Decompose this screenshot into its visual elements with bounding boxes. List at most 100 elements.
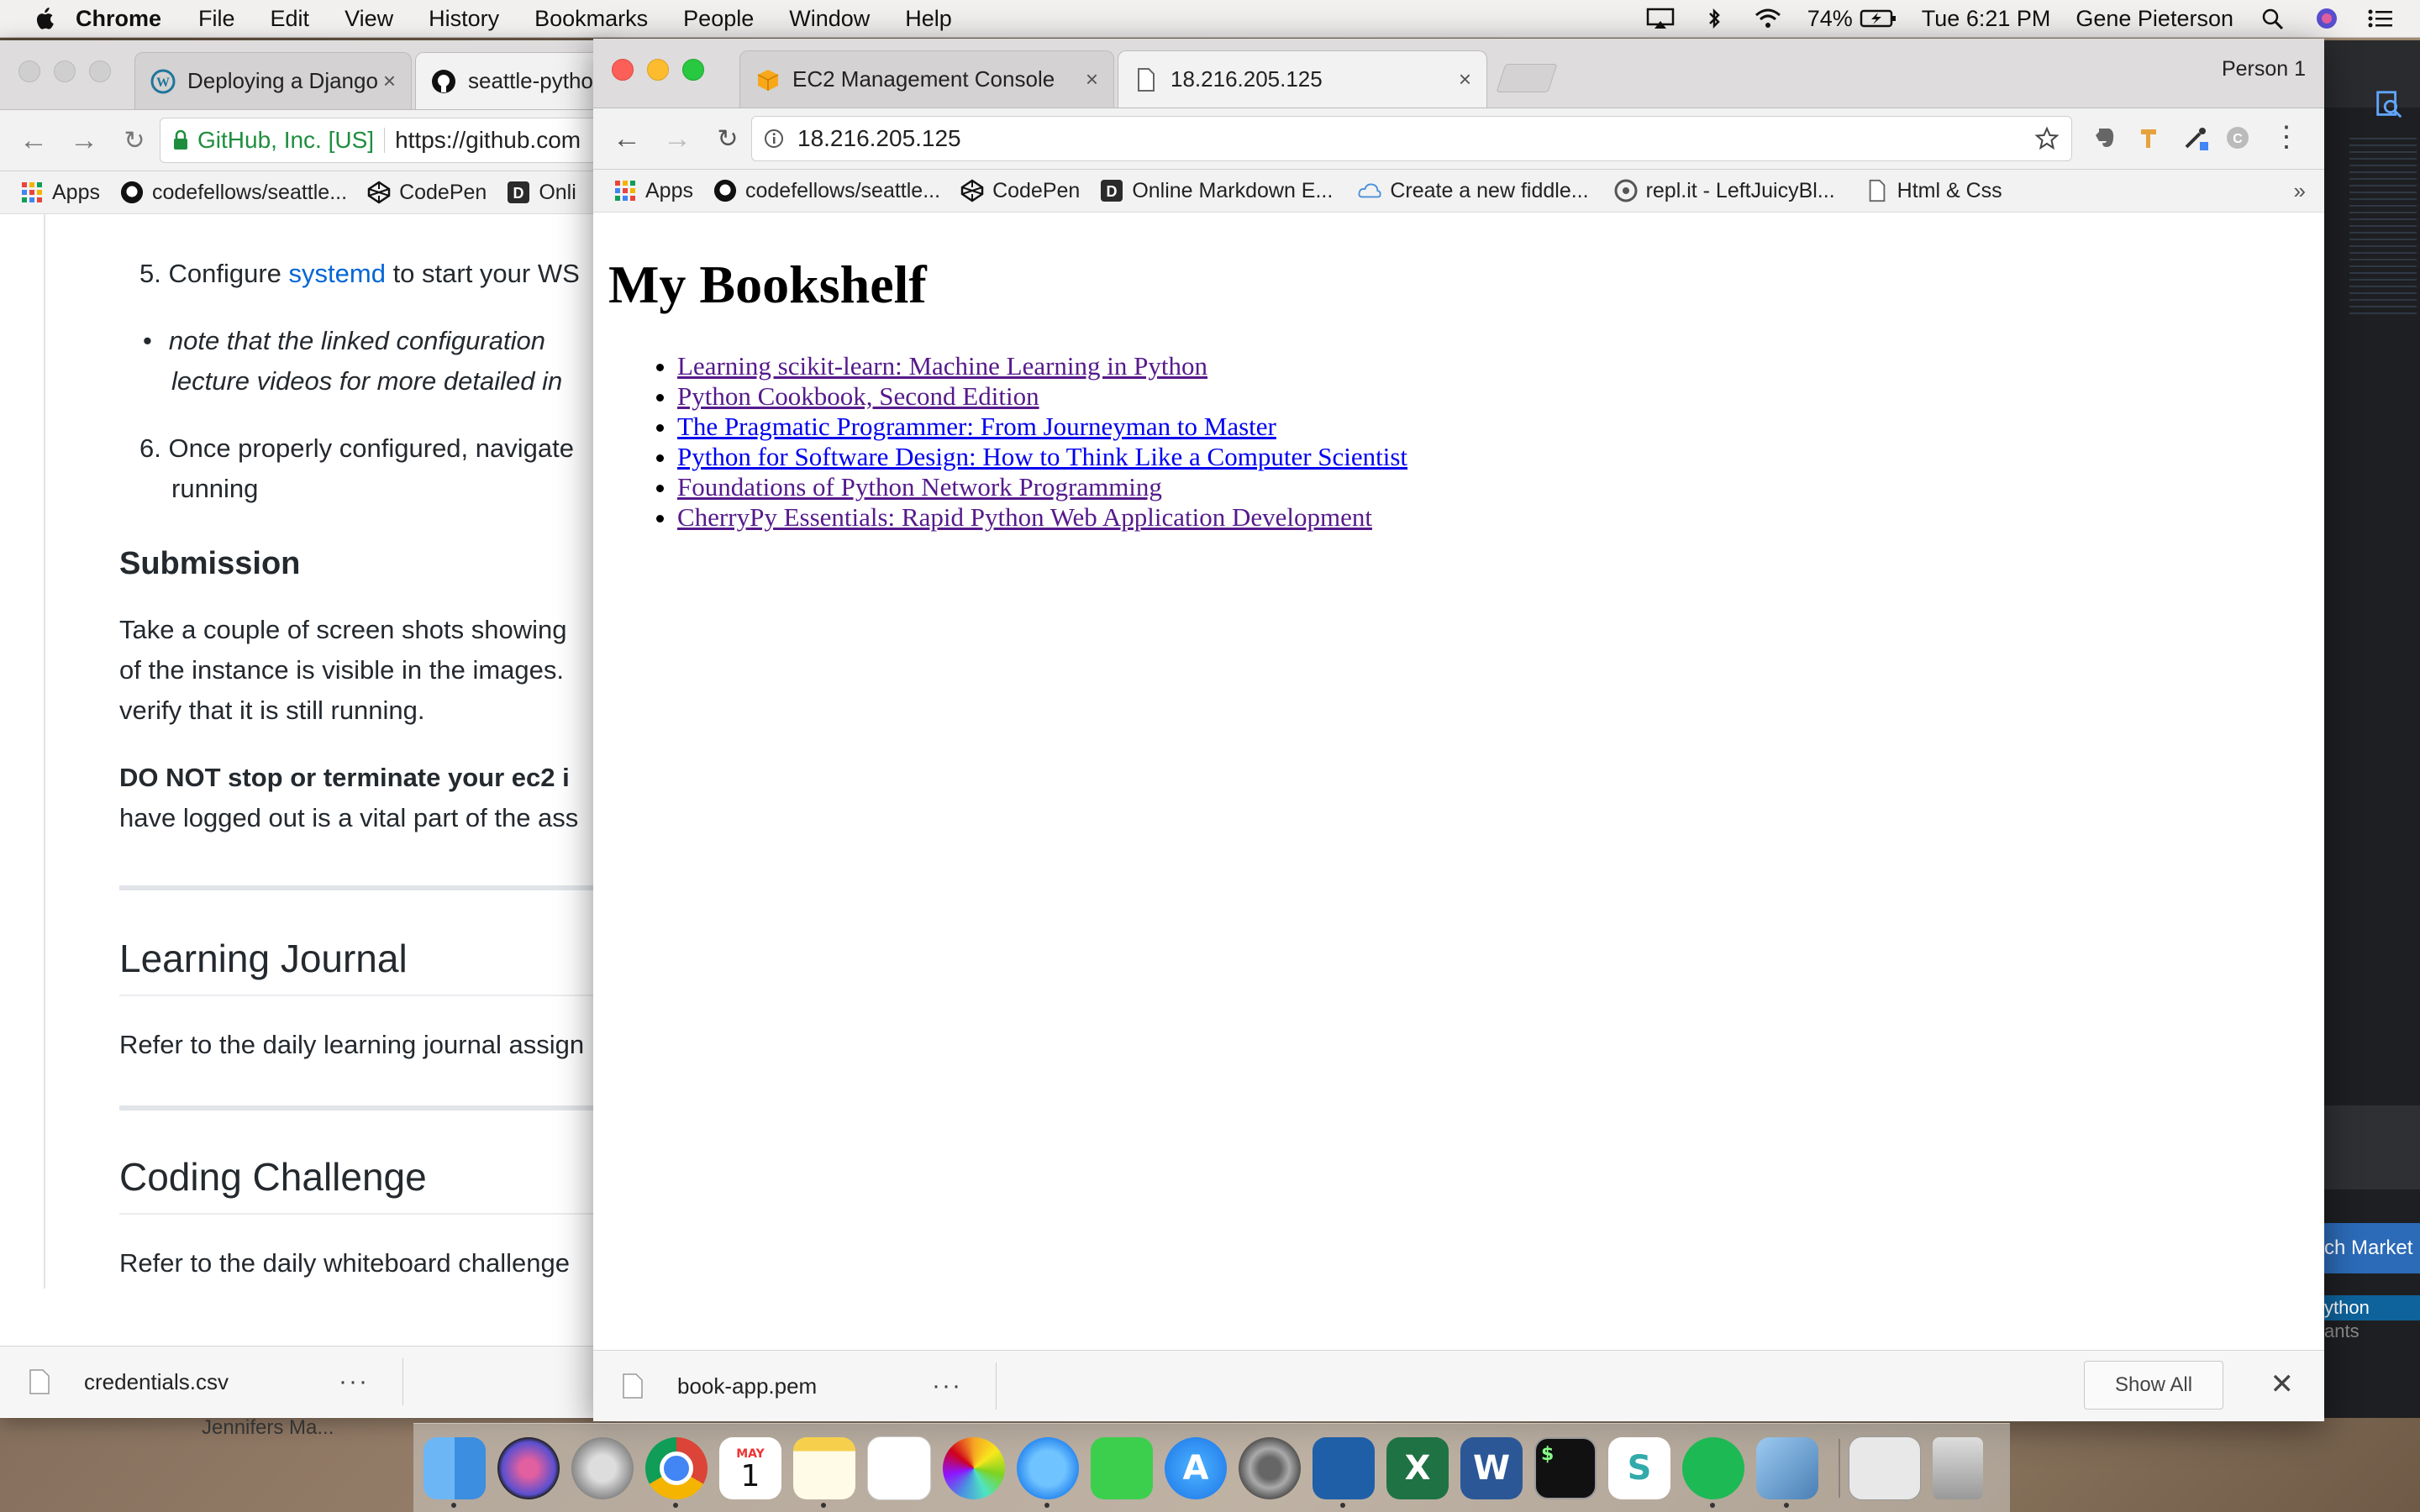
terminal-icon[interactable]: $ [1534, 1436, 1597, 1499]
siri-icon[interactable] [2312, 8, 2341, 29]
tab-deploying-django[interactable]: W Deploying a Django × [134, 52, 412, 109]
close-window-button[interactable] [612, 59, 634, 81]
close-tab-icon[interactable]: × [1459, 66, 1471, 92]
download-options-icon[interactable]: ··· [932, 1372, 962, 1400]
search-files-icon[interactable] [2373, 89, 2405, 121]
tab-ec2-console[interactable]: EC2 Management Console × [739, 50, 1114, 108]
reload-icon[interactable]: ↻ [711, 122, 744, 155]
bookmark-star-icon[interactable] [2034, 126, 2060, 151]
bookmark-apps[interactable]: Apps [20, 181, 100, 205]
download-item-book-app[interactable]: book-app.pem ··· [593, 1362, 997, 1410]
bookmark-codepen[interactable]: CodePen [960, 179, 1080, 203]
book-link[interactable]: Foundations of Python Network Programmin… [677, 472, 1162, 501]
notes-icon[interactable] [793, 1436, 855, 1508]
back-address-bar[interactable]: GitHub, Inc. [US] https://github.com [160, 118, 632, 163]
menu-view[interactable]: View [345, 6, 393, 32]
menu-edit[interactable]: Edit [271, 6, 310, 32]
evernote-extension-icon[interactable] [2092, 125, 2118, 150]
back-icon[interactable]: ← [610, 122, 644, 155]
book-link[interactable]: Python for Software Design: How to Think… [677, 442, 1407, 471]
challenge-text: Refer to the daily whiteboard challenge [119, 1248, 570, 1278]
profile-button[interactable]: Person 1 [2222, 57, 2306, 81]
chrome-icon[interactable] [645, 1436, 708, 1508]
photos-icon[interactable] [943, 1436, 1005, 1499]
close-window-button[interactable] [18, 60, 40, 82]
tab-bookshelf-active[interactable]: 18.216.205.125 × [1118, 50, 1487, 108]
bookmark-codefellows[interactable]: codefellows/seattle... [120, 181, 347, 205]
menu-people[interactable]: People [683, 6, 754, 32]
notification-center-icon[interactable] [2366, 8, 2395, 29]
show-all-downloads-button[interactable]: Show All [2084, 1361, 2223, 1410]
address-bar[interactable]: 18.216.205.125 [751, 116, 2072, 161]
app-store-icon[interactable]: A [1165, 1436, 1227, 1499]
hammer-extension-icon[interactable] [2138, 125, 2163, 150]
new-tab-button[interactable] [1496, 64, 1558, 92]
book-link[interactable]: The Pragmatic Programmer: From Journeyma… [677, 412, 1276, 441]
bookmarks-overflow-icon[interactable]: » [2294, 178, 2306, 204]
heading-rule [119, 995, 613, 996]
vscode-icon[interactable] [1313, 1436, 1375, 1508]
excel-icon[interactable]: X [1386, 1436, 1449, 1499]
launchpad-icon[interactable] [571, 1436, 634, 1499]
menu-file[interactable]: File [198, 6, 235, 32]
minimize-window-button[interactable] [54, 60, 76, 82]
eyedropper-extension-icon[interactable] [2181, 123, 2210, 152]
slack-icon[interactable]: S [1608, 1436, 1670, 1499]
marketplace-banner[interactable]: ch Market [2324, 1223, 2420, 1273]
menu-app-name[interactable]: Chrome [76, 6, 161, 32]
chrome-menu-icon[interactable]: ⋮ [2272, 120, 2301, 154]
messages-icon[interactable] [1017, 1436, 1079, 1508]
download-item-credentials[interactable]: credentials.csv ··· [0, 1358, 403, 1405]
bookmark-codefellows[interactable]: codefellows/seattle... [713, 179, 940, 203]
forward-icon[interactable]: → [67, 123, 101, 157]
download-options-icon[interactable]: ··· [339, 1368, 369, 1396]
bookmark-codepen[interactable]: CodePen [367, 181, 487, 205]
bookmark-apps[interactable]: Apps [613, 179, 693, 203]
close-tab-icon[interactable]: × [1086, 66, 1098, 92]
extension-entry[interactable]: ython ants [2324, 1295, 2420, 1346]
book-link[interactable]: Python Cookbook, Second Edition [677, 381, 1039, 411]
menubar-clock[interactable]: Tue 6:21 PM [1922, 6, 2051, 32]
info-icon[interactable] [764, 129, 784, 149]
download-filename: credentials.csv [84, 1368, 229, 1394]
menu-help[interactable]: Help [905, 6, 952, 32]
reminders-icon[interactable] [867, 1436, 931, 1500]
apple-menu-icon[interactable] [35, 8, 54, 29]
finder-icon[interactable] [424, 1436, 486, 1508]
bookmark-online-markdown[interactable]: D Onli [507, 181, 576, 205]
forward-icon[interactable]: → [660, 122, 694, 155]
menu-window[interactable]: Window [789, 6, 870, 32]
spotify-icon[interactable] [1682, 1436, 1744, 1508]
facetime-icon[interactable] [1091, 1436, 1153, 1499]
word-icon[interactable]: W [1460, 1436, 1523, 1499]
zoom-window-button[interactable] [682, 59, 704, 81]
zoom-window-button[interactable] [89, 60, 111, 82]
wifi-icon[interactable] [1754, 8, 1782, 29]
close-downloads-bar-icon[interactable]: ✕ [2270, 1368, 2295, 1401]
siri-icon[interactable] [497, 1436, 560, 1499]
menu-history[interactable]: History [429, 6, 499, 32]
airplay-icon[interactable] [1646, 8, 1675, 29]
trash-icon[interactable] [1933, 1436, 1983, 1499]
reload-icon[interactable]: ↻ [118, 123, 151, 157]
bluetooth-icon[interactable] [1700, 8, 1728, 29]
bookmark-replit[interactable]: repl.it - LeftJuicyBl... [1614, 179, 1835, 203]
downloads-stack-icon[interactable] [1849, 1436, 1921, 1500]
book-link[interactable]: CherryPy Essentials: Rapid Python Web Ap… [677, 502, 1372, 532]
menubar-user[interactable]: Gene Pieterson [2075, 6, 2233, 32]
minimize-window-button[interactable] [647, 59, 669, 81]
preview-icon[interactable] [1756, 1436, 1818, 1508]
system-preferences-icon[interactable] [1239, 1436, 1301, 1499]
bookmark-jsfiddle[interactable]: Create a new fiddle... [1358, 179, 1589, 203]
systemd-link[interactable]: systemd [289, 259, 386, 288]
book-link[interactable]: Learning scikit-learn: Machine Learning … [677, 351, 1207, 381]
grammarly-extension-icon[interactable]: C [2225, 125, 2250, 150]
bookmark-online-markdown[interactable]: D Online Markdown E... [1100, 179, 1333, 203]
close-tab-icon[interactable]: × [383, 68, 396, 94]
menu-bookmarks[interactable]: Bookmarks [534, 6, 648, 32]
spotlight-search-icon[interactable] [2259, 8, 2287, 29]
back-icon[interactable]: ← [17, 123, 50, 157]
calendar-icon[interactable]: MAY 1 [719, 1436, 781, 1499]
battery-charging-icon[interactable] [1860, 8, 1897, 29]
bookmark-html-css[interactable]: Html & Css [1865, 179, 2002, 203]
